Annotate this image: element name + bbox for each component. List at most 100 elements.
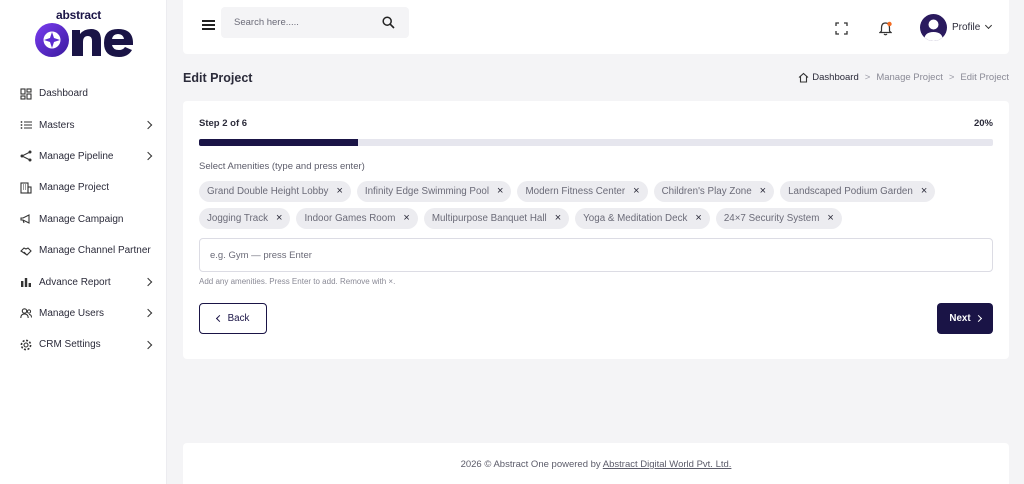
remove-chip-icon[interactable]: × [633, 186, 639, 197]
sidebar-item-label: Manage Project [39, 182, 110, 194]
top-bar: Search here..... Profile [183, 0, 1009, 54]
amenity-chip-label: Yoga & Meditation Deck [583, 213, 688, 224]
amenities-label: Select Amenities (type and press enter) [199, 161, 365, 172]
list-icon [20, 119, 32, 131]
amenity-chip-label: Jogging Track [207, 213, 268, 224]
chevron-right-icon [143, 152, 153, 161]
progress-bar [199, 139, 993, 146]
progress-fill [199, 139, 358, 146]
megaphone-icon [20, 213, 32, 225]
users-icon [20, 307, 32, 319]
home-icon [798, 72, 809, 83]
gear-icon [20, 339, 32, 351]
footer-text: 2026 © Abstract One powered by Abstract … [183, 459, 1009, 470]
logo-one-mark [35, 23, 133, 57]
breadcrumb-dashboard[interactable]: Dashboard [798, 72, 859, 83]
sidebar-item-manage-channel-partner[interactable]: Manage Channel Partner [0, 235, 167, 266]
footer: 2026 © Abstract One powered by Abstract … [183, 443, 1009, 484]
breadcrumb-manage-project[interactable]: Manage Project [876, 72, 943, 83]
sidebar-item-dashboard[interactable]: Dashboard [0, 78, 167, 109]
amenity-chip: Infinity Edge Swimming Pool × [356, 181, 512, 202]
sidebar-item-manage-project[interactable]: Manage Project [0, 172, 167, 203]
sidebar-item-manage-campaign[interactable]: Manage Campaign [0, 204, 167, 235]
dashboard-grid-icon [20, 88, 32, 100]
remove-chip-icon[interactable]: × [555, 213, 561, 224]
amenity-chip: Indoor Games Room × [296, 208, 418, 229]
amenity-chip-label: Children's Play Zone [661, 186, 752, 197]
remove-chip-icon[interactable]: × [497, 186, 503, 197]
chevron-right-icon [143, 340, 153, 350]
amenity-chip: Grand Double Height Lobby × [199, 181, 351, 202]
avatar[interactable] [920, 14, 947, 41]
sidebar-item-label: Masters [39, 119, 75, 131]
amenity-chip: Modern Fitness Center × [517, 181, 648, 202]
bell-icon[interactable] [879, 21, 892, 36]
amenity-chip-label: Grand Double Height Lobby [207, 186, 329, 197]
remove-chip-icon[interactable]: × [695, 213, 701, 224]
amenity-chip-list: Grand Double Height Lobby × Infinity Edge … [199, 181, 989, 229]
profile-menu[interactable]: Profile [952, 22, 980, 33]
footer-copyright: 2026 © Abstract One powered by [460, 459, 603, 470]
chevron-left-icon [215, 314, 223, 323]
amenity-chip-label: Infinity Edge Swimming Pool [364, 186, 490, 197]
amenity-chip-label: 24×7 Security System [723, 213, 820, 224]
sidebar-item-label: Manage Campaign [39, 213, 124, 225]
sidebar-nav: Dashboard Masters Manage Pipeline Manage… [0, 78, 167, 361]
amenity-chip-label: Modern Fitness Center [525, 186, 626, 197]
back-button[interactable]: Back [199, 303, 267, 334]
search-input[interactable]: Search here..... [234, 17, 299, 28]
handshake-icon [20, 245, 32, 257]
sidebar-item-label: CRM Settings [39, 339, 101, 351]
sidebar-item-masters[interactable]: Masters [0, 109, 167, 140]
wizard-card: Step 2 of 6 20% Select Amenities (type a… [183, 101, 1009, 359]
sidebar-item-label: Advance Report [39, 276, 111, 288]
chevron-down-icon[interactable] [984, 21, 993, 30]
amenity-chip-label: Landscaped Podium Garden [788, 186, 913, 197]
sidebar: abstract Dashboard Masters Manage Pipeli… [0, 0, 167, 484]
amenity-hint: Add any amenities. Press Enter to add. R… [199, 277, 396, 286]
fullscreen-icon[interactable] [835, 22, 848, 35]
breadcrumb-separator: > [864, 72, 871, 83]
amenity-input-wrapper [199, 238, 993, 272]
amenity-input[interactable] [200, 239, 992, 271]
bar-chart-icon [20, 276, 32, 288]
building-icon [20, 182, 32, 194]
amenity-chip: Yoga & Meditation Deck × [575, 208, 710, 229]
brand-logo[interactable]: abstract [32, 8, 136, 60]
page-title: Edit Project [183, 71, 253, 85]
amenity-chip-label: Indoor Games Room [304, 213, 396, 224]
breadcrumb-separator: > [948, 72, 955, 83]
sidebar-item-label: Dashboard [39, 88, 88, 100]
footer-company-link[interactable]: Abstract Digital World Pvt. Ltd. [603, 459, 732, 470]
remove-chip-icon[interactable]: × [921, 186, 927, 197]
remove-chip-icon[interactable]: × [276, 213, 282, 224]
sidebar-item-manage-pipeline[interactable]: Manage Pipeline [0, 141, 167, 172]
share-nodes-icon [20, 150, 32, 162]
step-indicator: Step 2 of 6 [199, 118, 248, 129]
remove-chip-icon[interactable]: × [827, 213, 833, 224]
back-button-label: Back [227, 313, 250, 324]
next-button[interactable]: Next [937, 303, 993, 334]
amenity-chip: Children's Play Zone × [653, 181, 775, 202]
chevron-right-icon [143, 120, 153, 130]
sidebar-item-label: Manage Pipeline [39, 150, 114, 162]
sidebar-item-label: Manage Channel Partner [39, 245, 151, 257]
amenity-chip-label: Multipurpose Banquet Hall [431, 213, 547, 224]
chevron-right-icon [143, 309, 153, 318]
search-icon[interactable] [382, 16, 395, 29]
search-box[interactable]: Search here..... [221, 7, 409, 38]
menu-toggle-icon[interactable] [202, 20, 215, 30]
sidebar-item-label: Manage Users [39, 307, 105, 319]
breadcrumb: Dashboard > Manage Project > Edit Projec… [798, 72, 1009, 83]
remove-chip-icon[interactable]: × [336, 186, 342, 197]
sidebar-item-advance-report[interactable]: Advance Report [0, 266, 167, 297]
sidebar-item-crm-settings[interactable]: CRM Settings [0, 329, 167, 360]
chevron-right-icon [143, 277, 153, 287]
chevron-right-icon [974, 314, 982, 323]
breadcrumb-edit-project: Edit Project [960, 72, 1009, 83]
remove-chip-icon[interactable]: × [403, 213, 409, 224]
remove-chip-icon[interactable]: × [760, 186, 766, 197]
amenity-chip: 24×7 Security System × [715, 208, 842, 229]
sidebar-item-manage-users[interactable]: Manage Users [0, 298, 167, 329]
amenity-chip: Jogging Track × [199, 208, 291, 229]
